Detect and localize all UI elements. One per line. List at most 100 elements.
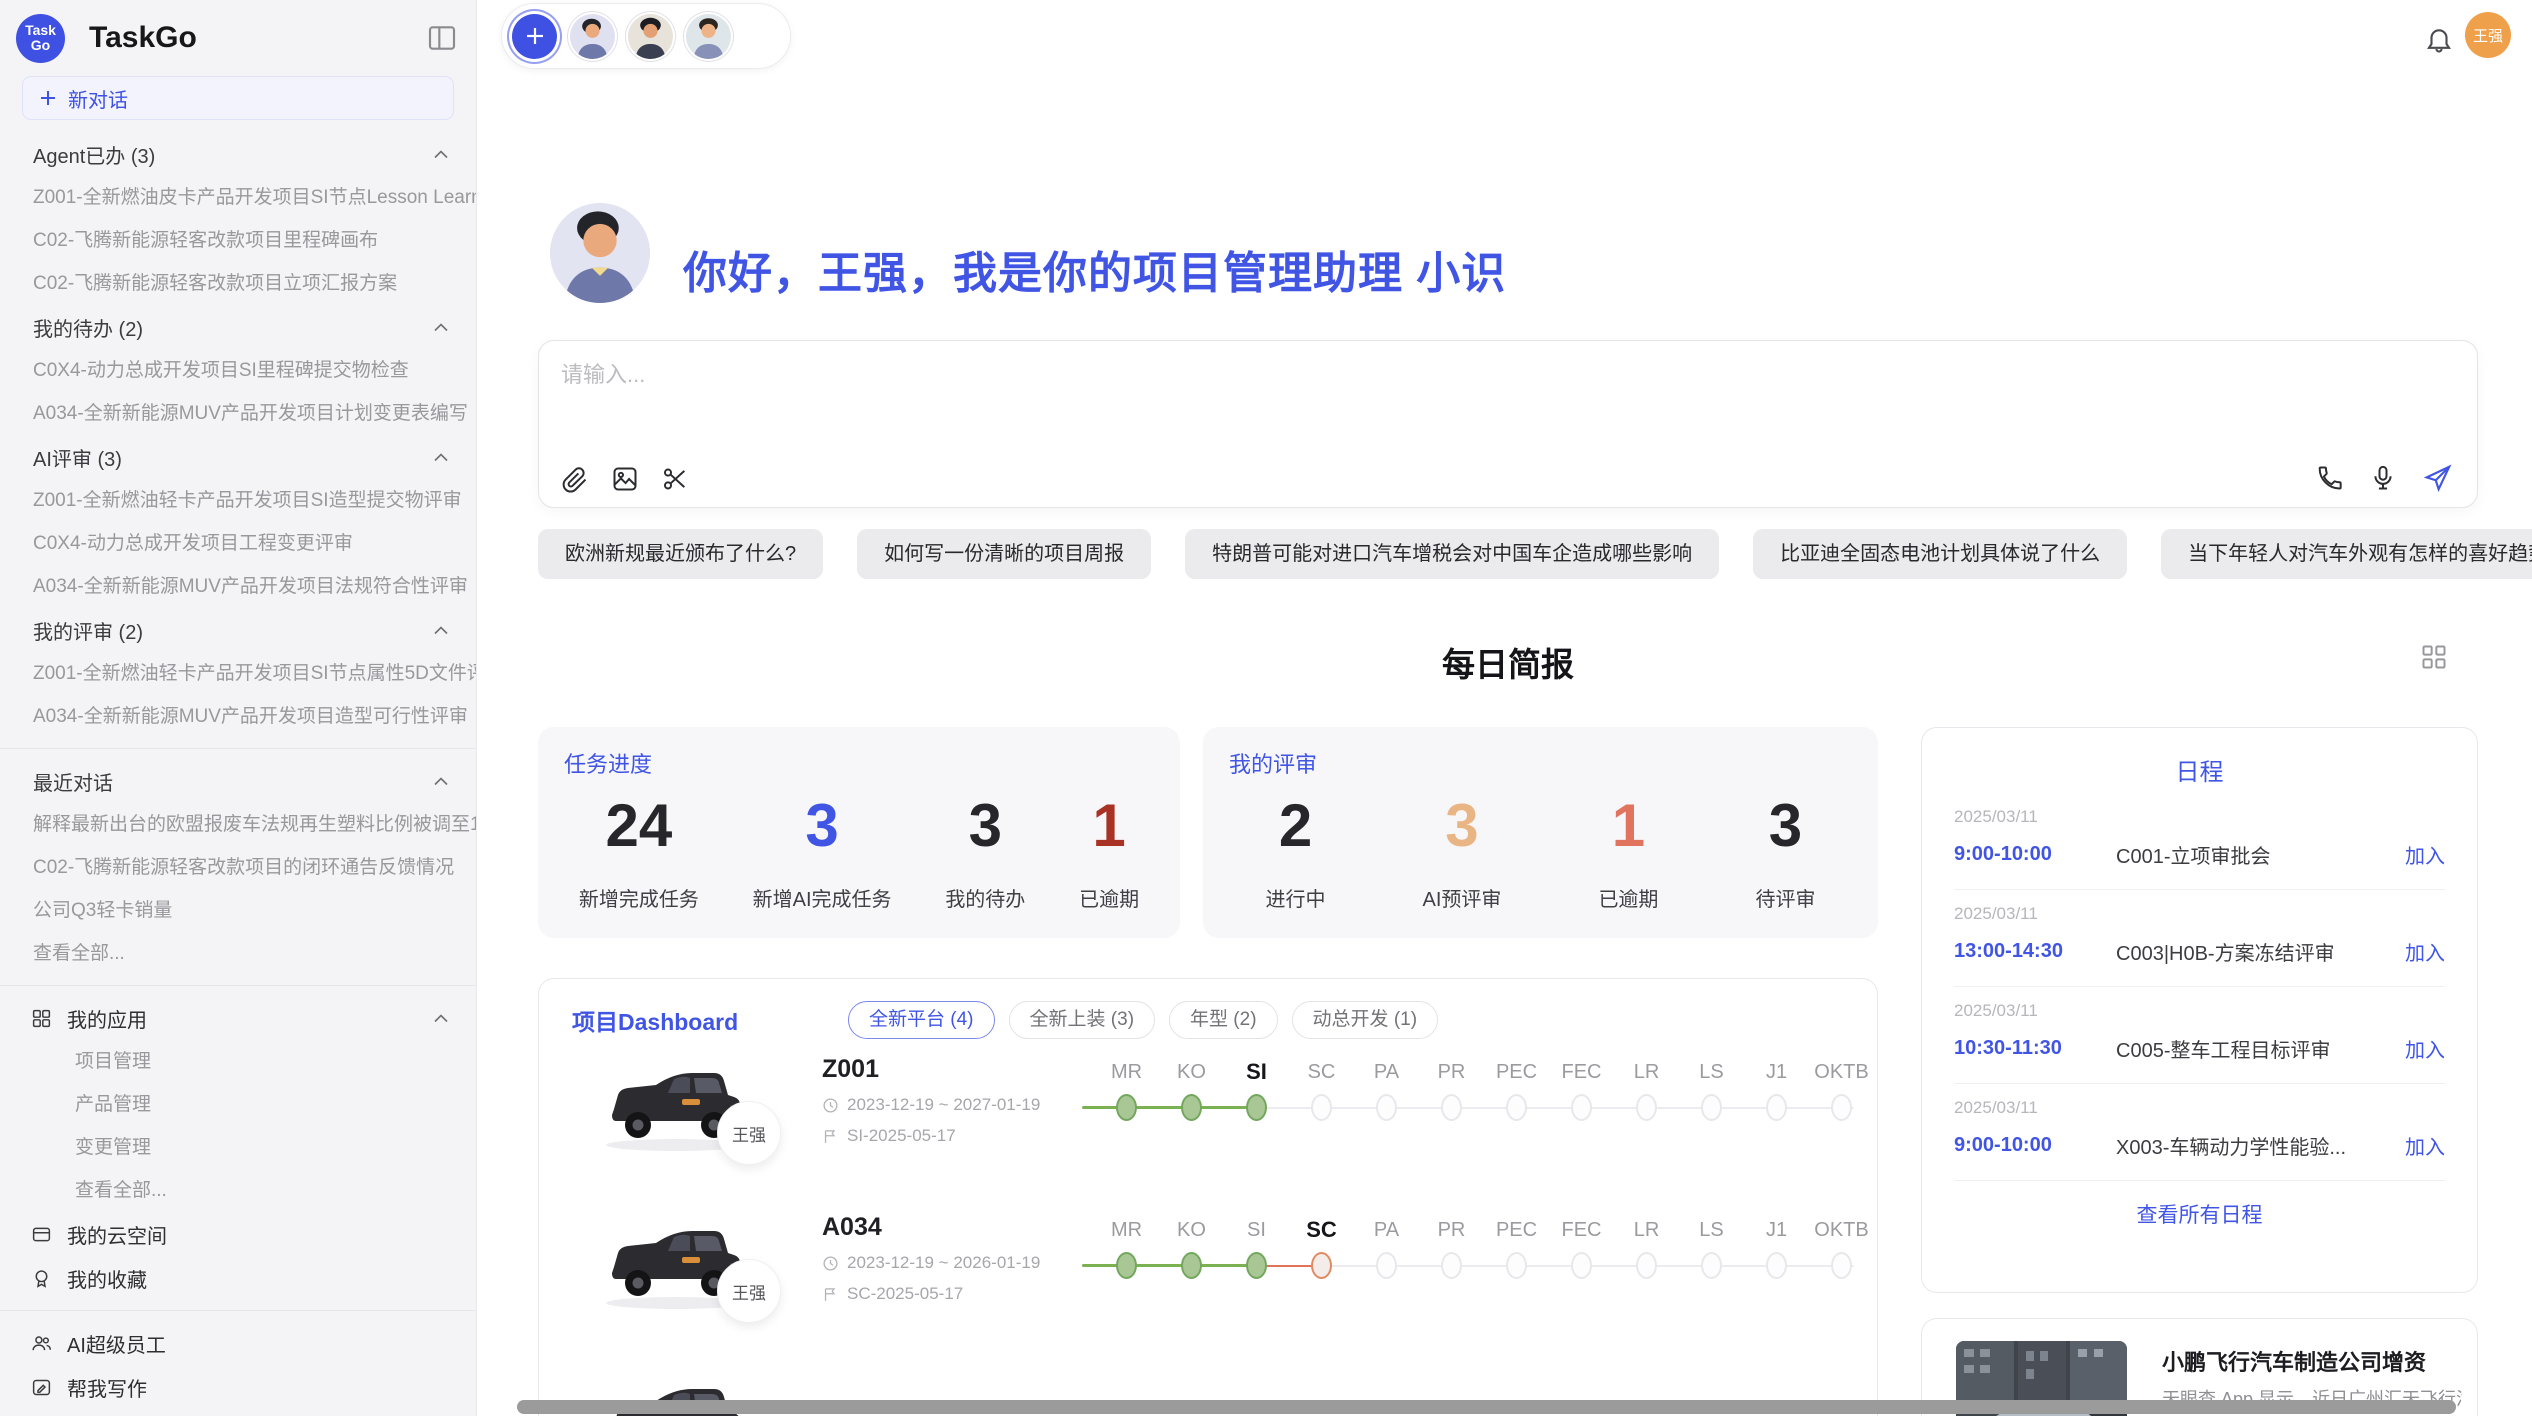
dashboard-tab[interactable]: 全新上装 (3)	[1009, 1001, 1156, 1039]
milestone-dot[interactable]	[1441, 1094, 1462, 1121]
milestone-dot[interactable]	[1571, 1252, 1592, 1279]
app-link[interactable]: 变更管理	[0, 1126, 476, 1169]
dashboard-tab[interactable]: 全新平台 (4)	[848, 1001, 995, 1039]
recent-chat-item[interactable]: 解释最新出台的欧盟报废车法规再生塑料比例被调至15%...	[0, 803, 476, 846]
card-title: 任务进度	[564, 747, 652, 779]
sidebar-task-item[interactable]: A034-全新新能源MUV产品开发项目法规符合性评审	[0, 565, 476, 608]
microphone-icon[interactable]	[2369, 464, 2397, 492]
recent-chat-item[interactable]: C02-飞腾新能源轻客改款项目的闭环通告反馈情况	[0, 846, 476, 889]
dashboard-tab[interactable]: 年型 (2)	[1169, 1001, 1278, 1039]
join-link[interactable]: 加入	[2405, 840, 2445, 869]
schedule-event-name: C005-整车工程目标评审	[2116, 1034, 2405, 1063]
milestone-dot[interactable]	[1636, 1094, 1657, 1121]
dashboard-tab[interactable]: 动总开发 (1)	[1292, 1001, 1439, 1039]
chevron-up-icon[interactable]	[434, 453, 448, 462]
horizontal-scrollbar[interactable]	[517, 1400, 2456, 1414]
milestone-dot[interactable]	[1441, 1252, 1462, 1279]
milestone-dot[interactable]	[1181, 1094, 1202, 1121]
milestone-dot[interactable]	[1766, 1252, 1787, 1279]
sidebar-task-item[interactable]: Z001-全新燃油轻卡产品开发项目SI节点属性5D文件评审	[0, 652, 476, 695]
join-link[interactable]: 加入	[2405, 1131, 2445, 1160]
view-all-schedule-link[interactable]: 查看所有日程	[1922, 1181, 2477, 1247]
chevron-up-icon[interactable]	[434, 323, 448, 332]
suggestion-chip[interactable]: 欧洲新规最近颁布了什么?	[538, 529, 823, 579]
section-my-review[interactable]: 我的评审 (2)	[0, 608, 476, 652]
project-code: A034	[822, 1213, 1082, 1242]
milestone-dot[interactable]	[1246, 1252, 1267, 1279]
milestone-dot[interactable]	[1766, 1094, 1787, 1121]
milestone-dot[interactable]	[1311, 1252, 1332, 1279]
chevron-up-icon[interactable]	[434, 626, 448, 635]
attachment-icon[interactable]	[561, 465, 589, 493]
milestone-dot[interactable]	[1831, 1252, 1852, 1279]
recent-chat-item[interactable]: 查看全部...	[0, 932, 476, 975]
collapse-sidebar-icon[interactable]	[426, 22, 458, 54]
section-my-todo[interactable]: 我的待办 (2)	[0, 305, 476, 349]
join-link[interactable]: 加入	[2405, 937, 2445, 966]
sidebar: Task Go TaskGo 新对话 Agent已办 (3) Z001-全新燃油…	[0, 0, 477, 1416]
sidebar-item-creative-drawing[interactable]: 创意制图	[0, 1409, 476, 1416]
send-icon[interactable]	[2423, 463, 2453, 493]
recent-chat-list: 解释最新出台的欧盟报废车法规再生塑料比例被调至15%...C02-飞腾新能源轻客…	[0, 803, 476, 975]
app-link[interactable]: 项目管理	[0, 1040, 476, 1083]
project-row[interactable]: 王强 A034 2023-12-19 ~ 2026-01-19 SC-2025-…	[539, 1199, 1877, 1357]
chevron-up-icon[interactable]	[434, 1014, 448, 1023]
agent-avatar[interactable]	[686, 14, 731, 59]
milestone-dot[interactable]	[1246, 1094, 1267, 1121]
milestone-dot[interactable]	[1116, 1094, 1137, 1121]
chevron-up-icon[interactable]	[434, 777, 448, 786]
milestone-dot[interactable]	[1506, 1094, 1527, 1121]
milestone-dot[interactable]	[1701, 1094, 1722, 1121]
app-link[interactable]: 产品管理	[0, 1083, 476, 1126]
scissors-icon[interactable]	[661, 465, 689, 493]
user-avatar[interactable]: 王强	[2465, 12, 2511, 58]
schedule-date: 2025/03/11	[1954, 1098, 2445, 1118]
notifications-bell-icon[interactable]	[2424, 24, 2454, 54]
milestone-dot[interactable]	[1376, 1252, 1397, 1279]
image-icon[interactable]	[611, 465, 639, 493]
sidebar-task-item[interactable]: C0X4-动力总成开发项目工程变更评审	[0, 522, 476, 565]
suggestion-chip[interactable]: 当下年轻人对汽车外观有怎样的喜好趋势	[2161, 529, 2532, 579]
chevron-up-icon[interactable]	[434, 150, 448, 159]
project-row[interactable]: 王强 Z001 2023-12-19 ~ 2027-01-19 SI-2025-…	[539, 1041, 1877, 1199]
sidebar-task-item[interactable]: C0X4-动力总成开发项目SI里程碑提交物检查	[0, 349, 476, 392]
sidebar-item-favorites[interactable]: 我的收藏	[0, 1256, 476, 1300]
milestone-dot[interactable]	[1571, 1094, 1592, 1121]
join-link[interactable]: 加入	[2405, 1034, 2445, 1063]
layout-grid-icon[interactable]	[2420, 643, 2448, 671]
sidebar-task-item[interactable]: A034-全新新能源MUV产品开发项目造型可行性评审	[0, 695, 476, 738]
milestone-label: SC	[1289, 1057, 1354, 1091]
sidebar-task-item[interactable]: A034-全新新能源MUV产品开发项目计划变更表编写	[0, 392, 476, 435]
sidebar-item-ai-super-staff[interactable]: AI超级员工	[0, 1321, 476, 1365]
suggestion-chip[interactable]: 比亚迪全固态电池计划具体说了什么	[1753, 529, 2127, 579]
recent-chat-item[interactable]: 公司Q3轻卡销量	[0, 889, 476, 932]
milestone-dot[interactable]	[1701, 1252, 1722, 1279]
sidebar-task-item[interactable]: Z001-全新燃油轻卡产品开发项目SI造型提交物评审	[0, 479, 476, 522]
new-session-button[interactable]	[512, 14, 557, 59]
section-agent-done[interactable]: Agent已办 (3)	[0, 132, 476, 176]
suggestion-chip[interactable]: 特朗普可能对进口汽车增税会对中国车企造成哪些影响	[1185, 529, 1719, 579]
agent-avatar[interactable]	[570, 14, 615, 59]
sidebar-task-item[interactable]: Z001-全新燃油皮卡产品开发项目SI节点Lesson Learn报告	[0, 176, 476, 219]
suggestion-chip[interactable]: 如何写一份清晰的项目周报	[857, 529, 1151, 579]
sidebar-item-help-me-write[interactable]: 帮我写作	[0, 1365, 476, 1409]
milestone-dot[interactable]	[1506, 1252, 1527, 1279]
new-chat-button[interactable]: 新对话	[22, 76, 454, 120]
chat-input[interactable]	[561, 357, 2061, 421]
app-link[interactable]: 查看全部...	[0, 1169, 476, 1212]
milestone-dot[interactable]	[1636, 1252, 1657, 1279]
sidebar-task-item[interactable]: C02-飞腾新能源轻客改款项目里程碑画布	[0, 219, 476, 262]
section-ai-review[interactable]: AI评审 (3)	[0, 435, 476, 479]
sidebar-task-item[interactable]: C02-飞腾新能源轻客改款项目立项汇报方案	[0, 262, 476, 305]
milestone-dot[interactable]	[1376, 1094, 1397, 1121]
milestone-dot[interactable]	[1116, 1252, 1137, 1279]
agent-avatar[interactable]	[628, 14, 673, 59]
phone-icon[interactable]	[2315, 464, 2343, 492]
milestone-dot[interactable]	[1181, 1252, 1202, 1279]
sidebar-item-my-apps[interactable]: 我的应用	[0, 996, 476, 1040]
sidebar-item-cloud-space[interactable]: 我的云空间	[0, 1212, 476, 1256]
milestone-dot[interactable]	[1831, 1094, 1852, 1121]
section-recent-chats[interactable]: 最近对话	[0, 759, 476, 803]
schedule-event-name: X003-车辆动力学性能验...	[2116, 1131, 2405, 1160]
milestone-dot[interactable]	[1311, 1094, 1332, 1121]
